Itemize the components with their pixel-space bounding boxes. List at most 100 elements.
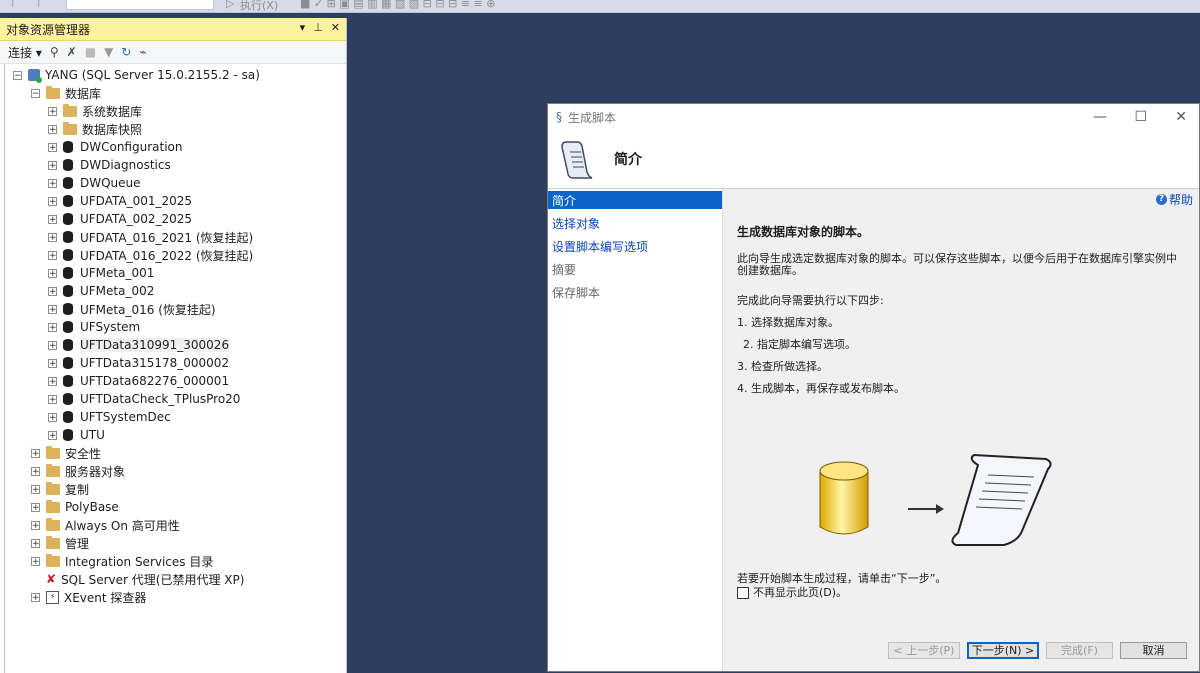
tree-node-polybase[interactable]: + PolyBase <box>31 498 119 516</box>
tree-node-database[interactable]: + UFTDataCheck_TPlusPro20 <box>48 390 240 408</box>
expand-icon[interactable]: + <box>48 214 57 224</box>
dont-show-checkbox-row[interactable]: 不再显示此页(D)。 <box>737 584 847 600</box>
expand-icon[interactable]: + <box>31 448 40 458</box>
expand-icon[interactable]: + <box>48 106 57 116</box>
tree-node-database[interactable]: + UFMeta_002 <box>48 282 154 300</box>
tree-node-databases[interactable]: − 数据库 <box>31 84 101 102</box>
activity-icon[interactable]: ⌁ <box>139 45 146 59</box>
collapse-icon[interactable]: − <box>31 88 40 98</box>
database-combo[interactable] <box>66 0 214 10</box>
connect-button[interactable]: 连接 ▾ <box>8 44 42 61</box>
connect-icon[interactable]: ⚲ <box>50 45 59 59</box>
tree-node-server[interactable]: − YANG (SQL Server 15.0.2155.2 - sa) <box>13 66 260 84</box>
folder-icon <box>46 499 60 513</box>
tree-node-label: 服务器对象 <box>65 464 126 479</box>
expand-icon[interactable]: + <box>48 232 57 242</box>
tree-node-database[interactable]: + UTU <box>48 426 105 444</box>
object-explorer-title-bar: 对象资源管理器 ▾ ⊥ ✕ <box>0 18 346 41</box>
tree-node-replication[interactable]: + 复制 <box>31 480 89 498</box>
expand-icon[interactable]: + <box>48 340 57 350</box>
tree-node-database[interactable]: + UFTSystemDec <box>48 408 171 426</box>
tree-node-system-databases[interactable]: + 系统数据库 <box>48 102 142 120</box>
steps-intro: 完成此向导需要执行以下四步: <box>737 294 884 307</box>
tree-node-database[interactable]: + UFMeta_001 <box>48 264 154 282</box>
tree-node-label: UFMeta_016 (恢复挂起) <box>80 302 216 317</box>
tree-node-database[interactable]: + UFDATA_016_2021 (恢复挂起) <box>48 228 253 246</box>
expand-icon[interactable]: + <box>48 358 57 368</box>
tree-node-xevent[interactable]: + ⚡ XEvent 探查器 <box>31 588 146 606</box>
nav-item-intro[interactable]: 简介 <box>548 191 722 209</box>
tree-node-database[interactable]: + UFSystem <box>48 318 140 336</box>
expand-icon[interactable]: + <box>31 466 40 476</box>
expand-icon[interactable]: + <box>48 250 57 260</box>
expand-icon[interactable]: + <box>31 520 40 530</box>
stop-icon[interactable]: ■ ✓ ⊞ ▣ ▤ ▥ ▦ ▧ ▨ ⊟ ⊟ ⊟ ≡ ≡ ⊕ <box>300 0 495 10</box>
disconnect-icon[interactable]: ✗ <box>67 45 77 59</box>
database-icon <box>63 375 73 387</box>
tree-node-database[interactable]: + UFTData310991_300026 <box>48 336 230 354</box>
database-icon <box>63 339 73 351</box>
expand-icon[interactable]: + <box>48 412 57 422</box>
tree-node-database[interactable]: + UFTData315178_000002 <box>48 354 229 372</box>
next-button[interactable]: 下一步(N) > <box>967 642 1039 659</box>
collapse-icon[interactable]: − <box>13 70 22 80</box>
pin-icon[interactable]: ⊥ <box>313 21 323 34</box>
tree-node-always-on[interactable]: + Always On 高可用性 <box>31 516 180 534</box>
dont-show-checkbox[interactable] <box>737 587 749 599</box>
tree-node-database[interactable]: + UFDATA_002_2025 <box>48 210 192 228</box>
maximize-icon[interactable]: ☐ <box>1134 109 1147 125</box>
execute-button[interactable]: 执行(X) <box>240 0 278 12</box>
expand-icon[interactable]: + <box>48 430 57 440</box>
minimize-icon[interactable]: — <box>1093 109 1107 125</box>
refresh-icon[interactable]: ↻ <box>121 45 131 59</box>
toolbar-icon[interactable]: ⊤ <box>8 0 18 10</box>
expand-icon[interactable]: + <box>31 592 40 602</box>
expand-icon[interactable]: + <box>31 538 40 548</box>
finish-button[interactable]: 完成(F) <box>1046 642 1113 659</box>
expand-icon[interactable]: + <box>48 196 57 206</box>
tree-node-database[interactable]: + DWDiagnostics <box>48 156 171 174</box>
expand-icon[interactable]: + <box>48 322 57 332</box>
tree-node-database[interactable]: + UFDATA_016_2022 (恢复挂起) <box>48 246 253 264</box>
stop-icon[interactable]: ■ <box>85 45 96 59</box>
close-icon[interactable]: ✕ <box>1175 109 1187 125</box>
tree-node-integration-services[interactable]: + Integration Services 目录 <box>31 552 213 570</box>
expand-icon[interactable]: + <box>48 160 57 170</box>
database-icon <box>63 195 73 207</box>
expand-icon[interactable]: + <box>48 142 57 152</box>
object-explorer-tree: − YANG (SQL Server 15.0.2155.2 - sa) − 数… <box>4 64 346 673</box>
previous-button[interactable]: < 上一步(P) <box>888 642 960 659</box>
cancel-button[interactable]: 取消 <box>1120 642 1187 659</box>
toolbar-icon[interactable]: ⊤ <box>34 0 44 10</box>
execute-icon[interactable]: ▷ <box>226 0 234 10</box>
expand-icon[interactable]: + <box>31 556 40 566</box>
expand-icon[interactable]: + <box>48 124 57 134</box>
database-icon <box>63 177 73 189</box>
tree-node-database[interactable]: + UFDATA_001_2025 <box>48 192 192 210</box>
tree-node-security[interactable]: + 安全性 <box>31 444 101 462</box>
tree-node-database[interactable]: + UFTData682276_000001 <box>48 372 229 390</box>
expand-icon[interactable]: + <box>48 376 57 386</box>
nav-item-choose-objects[interactable]: 选择对象 <box>548 214 722 232</box>
database-icon <box>63 159 73 171</box>
expand-icon[interactable]: + <box>31 484 40 494</box>
close-icon[interactable]: ✕ <box>331 21 340 34</box>
dropdown-icon[interactable]: ▾ <box>300 21 306 34</box>
tree-node-database-snapshots[interactable]: + 数据库快照 <box>48 120 142 138</box>
expand-icon[interactable]: + <box>48 286 57 296</box>
tree-node-database[interactable]: + DWConfiguration <box>48 138 183 156</box>
tree-node-sql-agent[interactable]: ✘ SQL Server 代理(已禁用代理 XP) <box>46 570 244 588</box>
expand-icon[interactable]: + <box>31 502 40 512</box>
tree-node-database[interactable]: + DWQueue <box>48 174 141 192</box>
filter-icon[interactable]: ▼ <box>104 45 113 59</box>
expand-icon[interactable]: + <box>48 394 57 404</box>
tree-node-database[interactable]: + UFMeta_016 (恢复挂起) <box>48 300 216 318</box>
nav-item-scripting-options[interactable]: 设置脚本编写选项 <box>548 237 722 255</box>
expand-icon[interactable]: + <box>48 268 57 278</box>
tree-node-server-objects[interactable]: + 服务器对象 <box>31 462 125 480</box>
help-link[interactable]: ? 帮助 <box>1155 191 1193 208</box>
step-4: 4. 生成脚本，再保存或发布脚本。 <box>737 382 905 395</box>
tree-node-management[interactable]: + 管理 <box>31 534 89 552</box>
expand-icon[interactable]: + <box>48 304 57 314</box>
expand-icon[interactable]: + <box>48 178 57 188</box>
